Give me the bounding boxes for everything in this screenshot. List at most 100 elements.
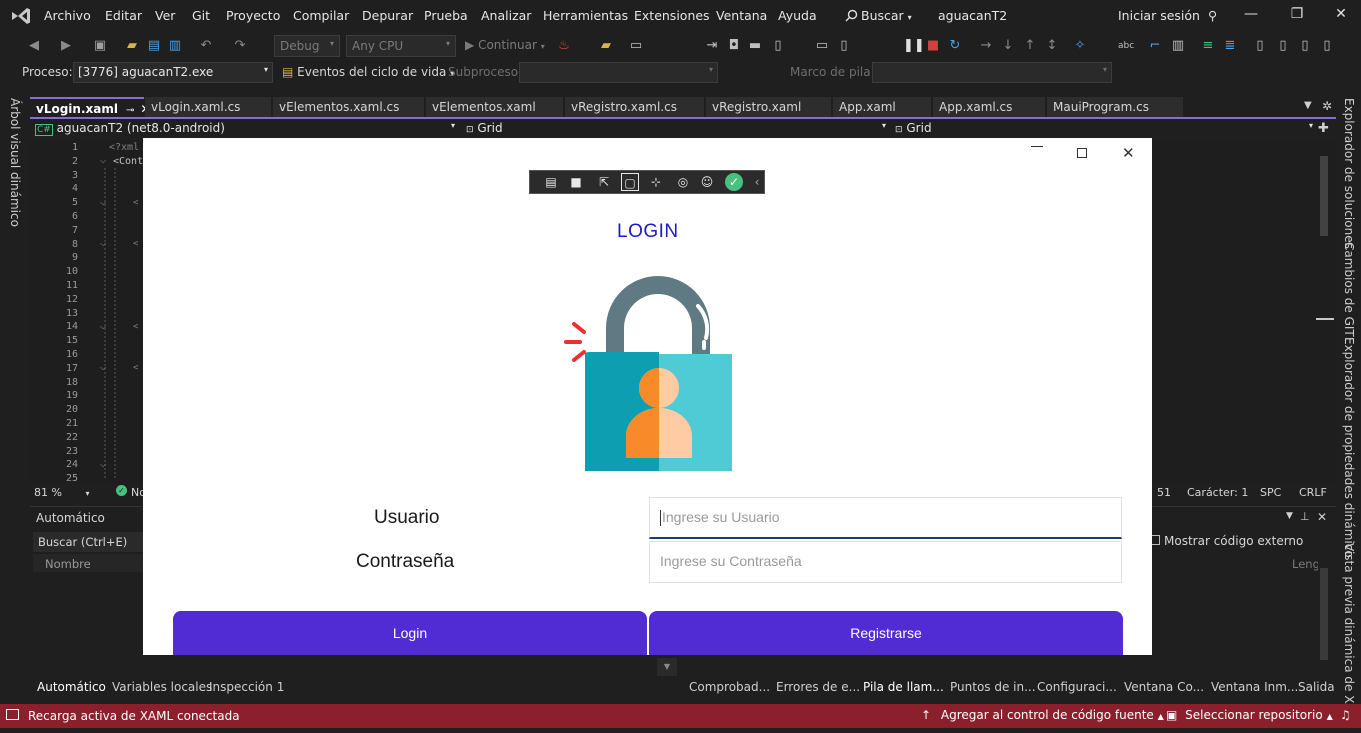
monitor-icon[interactable]: ▭ (814, 38, 830, 54)
menu-item-7[interactable]: Depurar (362, 8, 413, 23)
git-changes-tab[interactable]: Cambios de GIT (1342, 242, 1356, 337)
back-icon[interactable]: ◀ (26, 38, 42, 54)
new-item-icon[interactable]: ▣ (92, 38, 108, 54)
minimize-icon[interactable]: — (1241, 6, 1261, 26)
show-next-statement-icon[interactable]: → (978, 38, 994, 54)
step-into-icon[interactable]: ⇥ (704, 38, 720, 54)
video-icon[interactable]: ■ (567, 173, 585, 191)
scroll-thumb[interactable] (1320, 156, 1328, 236)
folder-icon[interactable]: ▰ (598, 38, 614, 54)
redo-icon[interactable]: ↷ (232, 38, 248, 54)
live-visual-tree-tab[interactable]: Árbol visual dinámico (8, 98, 22, 227)
next-bookmark-icon[interactable]: ▯ (1297, 38, 1313, 54)
prev-bookmark-icon[interactable]: ▯ (1275, 38, 1291, 54)
hot-reload-icon[interactable]: ♨ (556, 38, 572, 54)
menu-item-12[interactable]: Ventana (716, 8, 767, 23)
split-editor-icon[interactable]: ✚ (1318, 121, 1329, 136)
tab-command-window[interactable]: Ventana Co... (1124, 680, 1204, 694)
binding-failures-icon[interactable]: ◎ (674, 173, 692, 191)
line-ending-mode[interactable]: CRLF (1299, 486, 1327, 499)
device-icon[interactable]: ▯ (770, 38, 786, 54)
tab-breakpoints[interactable]: Puntos de in... (950, 680, 1036, 694)
outdent-icon[interactable]: ≣ (1222, 38, 1238, 54)
menu-item-3[interactable]: Ver (155, 8, 175, 23)
menu-item-5[interactable]: Proyecto (226, 8, 280, 23)
window-layout-icon[interactable]: ▭ (628, 38, 644, 54)
uncomment-icon[interactable]: ▥ (1170, 38, 1186, 54)
close-icon[interactable]: ✕ (1331, 6, 1351, 26)
autos-search-input[interactable]: Buscar (Ctrl+E) (33, 532, 143, 552)
diagnostics-icon[interactable]: ✧ (1072, 38, 1088, 54)
show-external-code-toggle[interactable]: Mostrar código externo (1150, 534, 1303, 548)
camera-icon[interactable]: ◘ (726, 38, 742, 54)
menu-item-1[interactable]: Archivo (44, 8, 91, 23)
tab-vregistro-xaml[interactable]: vRegistro.xaml (706, 97, 831, 118)
open-folder-icon[interactable]: ▰ (124, 38, 140, 54)
notifications-bell-icon[interactable]: ♫ (1340, 708, 1351, 722)
lifecycle-events-button[interactable]: ▤ Eventos del ciclo de vida ▾ (282, 65, 454, 79)
live-visual-tree-icon[interactable]: ▤ (542, 173, 560, 191)
tab-call-stack[interactable]: Pila de llam... (863, 680, 944, 694)
tab-app-xaml-cs[interactable]: App.xaml.cs (933, 97, 1045, 118)
whitespace-mode[interactable]: SPC (1260, 486, 1281, 499)
tab-locals[interactable]: Variables locales (112, 680, 212, 694)
menu-item-10[interactable]: Herramientas (543, 8, 628, 23)
stop-icon[interactable]: ■ (925, 38, 941, 54)
save-all-icon[interactable]: ▥ (167, 38, 183, 54)
pin-panel-icon[interactable]: ⊥ (1300, 510, 1310, 523)
menu-item-6[interactable]: Compilar (293, 8, 349, 23)
tab-vlogin-xaml-cs[interactable]: vLogin.xaml.cs (145, 97, 271, 118)
forward-icon[interactable]: ▶ (58, 38, 74, 54)
tab-app-xaml[interactable]: App.xaml (833, 97, 931, 118)
menu-item-9[interactable]: Analizar (481, 8, 531, 23)
tab-output[interactable]: Salida (1298, 680, 1335, 694)
tab-watch-1[interactable]: Inspección 1 (209, 680, 284, 694)
editor-scrollbar[interactable] (1316, 140, 1334, 484)
accessibility-icon[interactable]: ☺ (698, 173, 716, 191)
app-minimize-icon[interactable] (1031, 146, 1043, 147)
step-over-icon[interactable]: ↓ (1000, 38, 1016, 54)
pause-icon[interactable]: ❚❚ (903, 38, 925, 54)
tab-autos[interactable]: Automático (37, 680, 106, 694)
type-scope-select[interactable]: ⊡ Grid ▾ (466, 121, 886, 135)
menu-item-4[interactable]: Git (192, 8, 210, 23)
tab-mauiprogram-cs[interactable]: MauiProgram.cs (1047, 97, 1183, 118)
visual-studio-logo-icon[interactable] (10, 6, 32, 26)
solution-explorer-tab[interactable]: Explorador de soluciones (1342, 98, 1356, 249)
thread-select[interactable]: ▾ (519, 62, 718, 83)
close-panel-icon[interactable]: ✕ (1317, 510, 1327, 524)
hot-reload-status[interactable]: Recarga activa de XAML conectada (28, 709, 240, 723)
app-close-icon[interactable]: ✕ (1122, 144, 1135, 162)
panel-menu-icon[interactable]: ▼ (1286, 511, 1293, 521)
contrasena-input[interactable]: Ingrese su Contraseña (649, 541, 1122, 583)
sign-in-button[interactable]: Iniciar sesión ⚲ (1118, 8, 1217, 23)
tab-vlogin-xaml[interactable]: vLogin.xaml⊸✕ (30, 97, 150, 118)
xaml-live-preview-tab[interactable]: Vista previa dinámica de XAM (1342, 543, 1356, 722)
notification-icon[interactable] (6, 709, 19, 720)
tab-vregistro-xaml-cs[interactable]: vRegistro.xaml.cs (565, 97, 704, 118)
configuration-select[interactable]: Debug ▾ (274, 35, 340, 57)
pin-icon[interactable]: ⊸ (126, 105, 134, 116)
indent-icon[interactable]: ≡ (1200, 38, 1216, 54)
project-scope-select[interactable]: C# aguacanT2 (net8.0-android) ▾ (35, 121, 455, 136)
zoom-select[interactable]: 81 % ▾ (34, 486, 89, 499)
autos-scrollbar[interactable] (1318, 556, 1330, 674)
tab-exception-errors[interactable]: Errores de e... (776, 680, 860, 694)
tab-exception-settings[interactable]: Configuraci... (1037, 680, 1117, 694)
menu-item-11[interactable]: Extensiones (634, 8, 710, 23)
process-select[interactable]: [3776] aguacanT2.exe ▾ (73, 62, 273, 83)
menu-item-8[interactable]: Prueba (424, 8, 468, 23)
tab-checks[interactable]: Comprobad... (689, 680, 770, 694)
tab-velementos-xaml[interactable]: vElementos.xaml (426, 97, 563, 118)
add-source-control-button[interactable]: ↑ Agregar al control de código fuente ▲ (921, 708, 1164, 722)
scroll-down-icon[interactable]: ▼ (657, 658, 677, 676)
menu-item-13[interactable]: Ayuda (778, 8, 817, 23)
terminal-icon[interactable]: ▬ (747, 38, 763, 54)
tab-immediate-window[interactable]: Ventana Inm... (1211, 680, 1298, 694)
tab-velementos-xaml-cs[interactable]: vElementos.xaml.cs (273, 97, 424, 118)
column-header-name[interactable]: Nombre (33, 554, 143, 572)
bookmark-icon[interactable]: ▯ (1252, 38, 1268, 54)
tab-list-icon[interactable]: ▼ (1304, 100, 1312, 111)
platform-select[interactable]: Any CPU ▾ (346, 35, 456, 57)
hot-reload-check-icon[interactable]: ✓ (725, 173, 743, 191)
